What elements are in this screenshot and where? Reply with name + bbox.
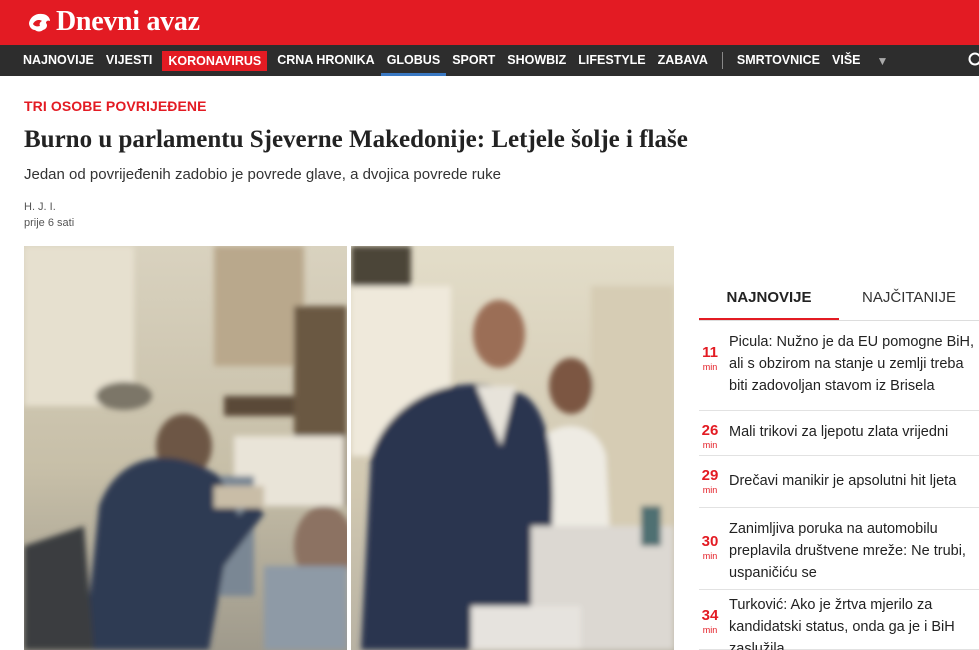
nav-divider bbox=[721, 52, 723, 69]
news-minutes: 29 bbox=[701, 467, 719, 484]
nav-list: NAJNOVIJE VIJESTI KORONAVIRUS CRNA HRONIKA G… bbox=[17, 45, 888, 76]
news-title-link[interactable]: Mali trikovi za ljepotu zlata vrijedni bbox=[729, 411, 979, 443]
news-title-link[interactable]: Drečavi manikir je apsolutni hit ljeta bbox=[729, 456, 979, 492]
news-minutes: 26 bbox=[701, 422, 719, 439]
article-lead: Jedan od povrijeđenih zadobio je povrede… bbox=[24, 166, 501, 183]
nav-item-smrtovnice[interactable]: SMRTOVNICE bbox=[731, 45, 826, 76]
news-age: 11 min bbox=[699, 345, 721, 373]
nav-item-vijesti[interactable]: VIJESTI bbox=[100, 45, 159, 76]
news-minutes: 30 bbox=[701, 533, 719, 550]
tab-najnovije[interactable]: NAJNOVIJE bbox=[699, 276, 839, 321]
nav-item-sport[interactable]: SPORT bbox=[446, 45, 501, 76]
search-icon[interactable] bbox=[968, 52, 979, 70]
news-title-link[interactable]: Picula: Nužno je da EU pomogne BiH, ali … bbox=[729, 321, 979, 397]
news-minutes-unit: min bbox=[702, 625, 718, 635]
site-header: Dnevni avaz bbox=[0, 0, 979, 45]
article-video-frame-right[interactable] bbox=[351, 246, 674, 650]
news-minutes-unit: min bbox=[702, 551, 718, 561]
nav-item-globus[interactable]: GLOBUS bbox=[380, 45, 447, 76]
chevron-down-icon[interactable]: ▼ bbox=[877, 54, 889, 68]
nav-item-showbiz[interactable]: SHOWBIZ bbox=[501, 45, 572, 76]
news-minutes-unit: min bbox=[702, 485, 718, 495]
article-author[interactable]: H. J. I. bbox=[24, 201, 56, 213]
nav-item-više[interactable]: VIŠE bbox=[826, 45, 867, 76]
video-still-left bbox=[24, 246, 347, 650]
nav-item-zabava[interactable]: ZABAVA bbox=[652, 45, 714, 76]
news-age: 26 min bbox=[699, 423, 721, 451]
logo-icon bbox=[29, 13, 50, 32]
news-title-link[interactable]: Zanimljiva poruka na automobilu preplavi… bbox=[729, 508, 979, 584]
nav-item-lifestyle[interactable]: LIFESTYLE bbox=[572, 45, 651, 76]
news-minutes-unit: min bbox=[702, 440, 718, 450]
news-age: 29 min bbox=[699, 468, 721, 496]
nav-item-koronavirus[interactable]: KORONAVIRUS bbox=[162, 50, 268, 71]
nav-item-najnovije[interactable]: NAJNOVIJE bbox=[17, 45, 100, 76]
news-minutes-unit: min bbox=[702, 362, 718, 372]
news-list-item[interactable]: 30 min Zanimljiva poruka na automobilu pre… bbox=[699, 508, 979, 590]
article-timestamp: prije 6 sati bbox=[24, 217, 75, 229]
news-list-item[interactable]: 29 min Drečavi manikir je apsolutni hit lj… bbox=[699, 456, 979, 508]
nav-item-crna-hronika[interactable]: CRNA HRONIKA bbox=[271, 45, 380, 76]
news-list-item[interactable]: 26 min Mali trikovi za ljepotu zlata vrije… bbox=[699, 411, 979, 456]
news-age: 34 min bbox=[699, 608, 721, 636]
video-still-right bbox=[351, 246, 674, 650]
site-logo[interactable]: Dnevni avaz bbox=[26, 6, 200, 38]
news-list-item[interactable]: 34 min Turković: Ako je žrtva mjerilo za k… bbox=[699, 590, 979, 650]
tab-najcitanije[interactable]: NAJČITANIJE bbox=[839, 276, 979, 320]
main-nav: NAJNOVIJE VIJESTI KORONAVIRUS CRNA HRONIKA G… bbox=[0, 45, 979, 76]
news-minutes: 11 bbox=[702, 344, 718, 361]
article-title: Burno u parlamentu Sjeverne Makedonije: … bbox=[24, 126, 688, 153]
latest-news-list: 11 min Picula: Nužno je da EU pomogne BiH,… bbox=[699, 321, 979, 650]
logo-wordmark: Dnevni avaz bbox=[56, 6, 200, 37]
sidebar-tabs: NAJNOVIJE NAJČITANIJE bbox=[699, 276, 979, 321]
news-title-link[interactable]: Turković: Ako je žrtva mjerilo za kandid… bbox=[729, 590, 979, 650]
article-video-frame-left[interactable] bbox=[24, 246, 347, 650]
news-minutes: 34 bbox=[701, 607, 719, 624]
news-list-item[interactable]: 11 min Picula: Nužno je da EU pomogne BiH,… bbox=[699, 321, 979, 411]
article-kicker: TRI OSOBE POVRIJEĐENE bbox=[24, 98, 207, 114]
news-age: 30 min bbox=[699, 534, 721, 562]
